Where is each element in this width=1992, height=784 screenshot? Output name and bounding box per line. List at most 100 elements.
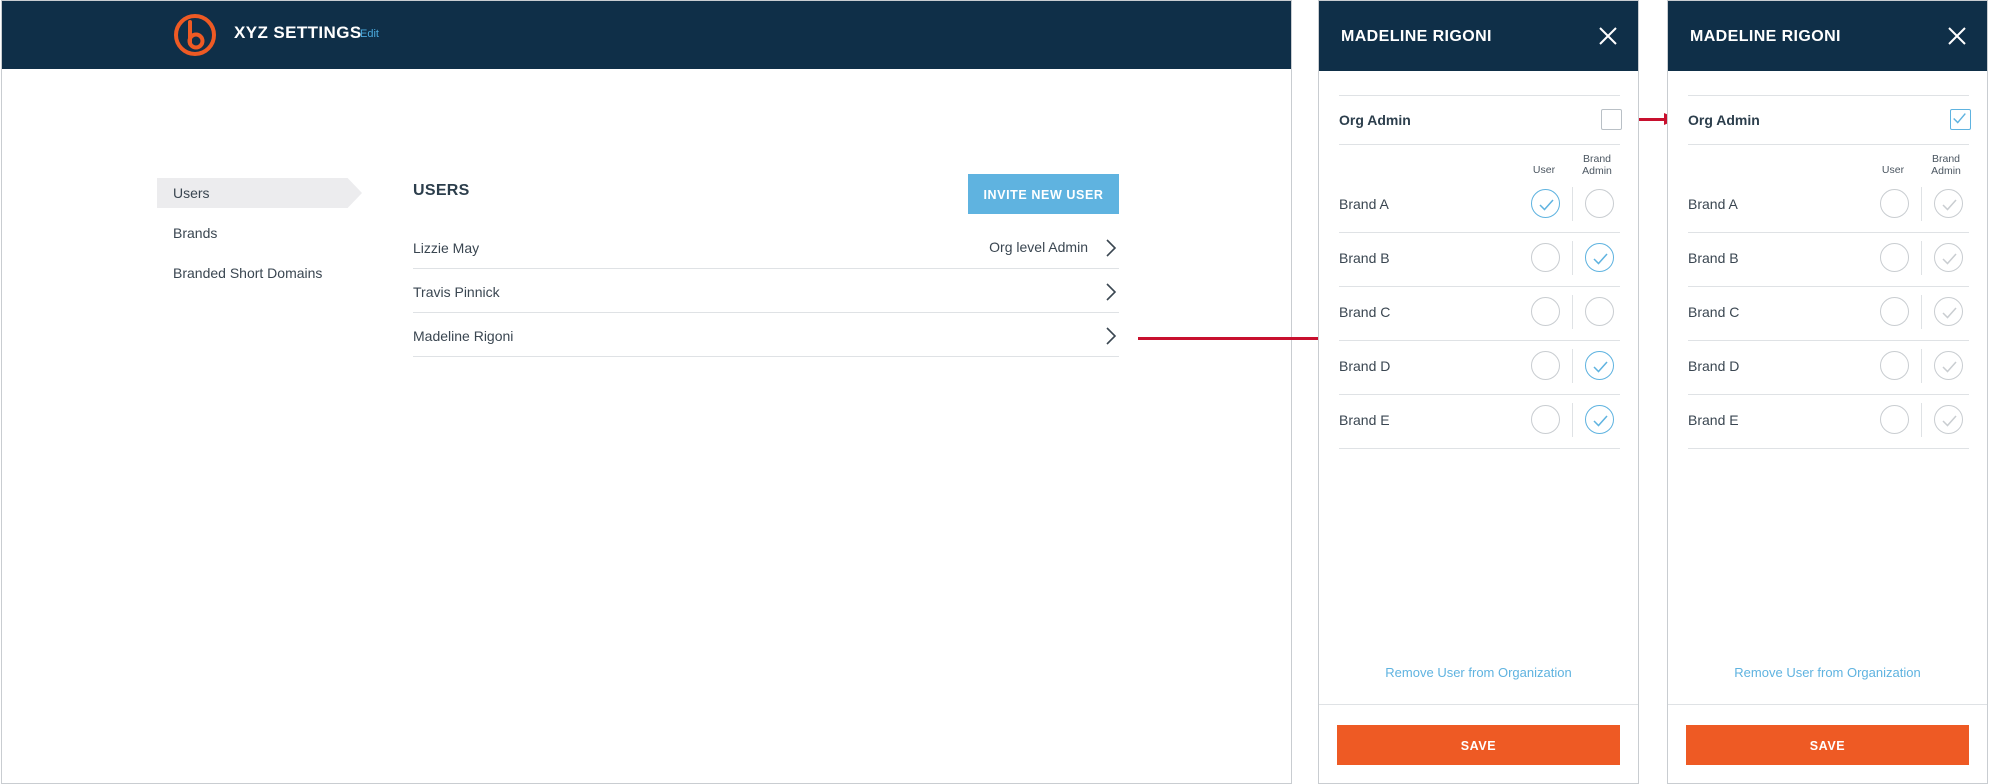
divider <box>1319 704 1638 705</box>
brand-name: Brand A <box>1688 196 1738 212</box>
column-header-user: User <box>1532 164 1556 176</box>
brand-name: Brand E <box>1688 412 1739 428</box>
divider <box>1668 704 1987 705</box>
brand-admin-toggle[interactable] <box>1934 189 1963 218</box>
checkmark-icon <box>1539 199 1554 211</box>
brand-name: Brand E <box>1339 412 1390 428</box>
brand-name: Brand B <box>1688 250 1739 266</box>
column-separator <box>1572 349 1573 383</box>
divider <box>1688 144 1969 145</box>
divider <box>1339 95 1620 96</box>
column-separator <box>1572 241 1573 275</box>
checkmark-icon <box>1942 199 1957 211</box>
column-header-user: User <box>1881 164 1905 176</box>
user-name: Madeline Rigoni <box>413 328 514 344</box>
remove-user-link[interactable]: Remove User from Organization <box>1319 665 1638 680</box>
user-role: Org level Admin <box>989 239 1088 255</box>
org-admin-checkbox[interactable] <box>1601 109 1622 130</box>
brand-row: Brand D <box>1339 340 1620 395</box>
brand-row: Brand B <box>1339 232 1620 287</box>
brand-admin-toggle[interactable] <box>1585 189 1614 218</box>
brand-name: Brand D <box>1339 358 1391 374</box>
column-separator <box>1921 187 1922 221</box>
top-bar: XYZ SETTINGS Edit <box>2 1 1291 69</box>
brand-admin-toggle[interactable] <box>1585 405 1614 434</box>
divider <box>1339 144 1620 145</box>
brand-row: Brand E <box>1688 394 1969 449</box>
chevron-right-icon <box>1106 283 1117 301</box>
brand-name: Brand B <box>1339 250 1390 266</box>
close-icon[interactable] <box>1598 26 1618 46</box>
brand-name: Brand D <box>1688 358 1740 374</box>
brand-name: Brand C <box>1688 304 1740 320</box>
brand-user-toggle[interactable] <box>1880 351 1909 380</box>
brand-admin-toggle[interactable] <box>1934 351 1963 380</box>
brand-user-toggle[interactable] <box>1531 405 1560 434</box>
panel-title: MADELINE RIGONI <box>1341 28 1492 45</box>
panel-header: MADELINE RIGONI <box>1668 1 1987 71</box>
brand-admin-toggle[interactable] <box>1934 243 1963 272</box>
brand-admin-toggle[interactable] <box>1585 297 1614 326</box>
brand-admin-toggle[interactable] <box>1585 243 1614 272</box>
checkmark-icon <box>1593 361 1608 373</box>
org-admin-label: Org Admin <box>1339 112 1411 128</box>
users-heading: USERS <box>413 182 470 199</box>
invite-new-user-button[interactable]: INVITE NEW USER <box>968 174 1119 214</box>
sidebar-item-users[interactable]: Users <box>157 178 362 208</box>
checkmark-icon <box>1942 415 1957 427</box>
brand-admin-toggle[interactable] <box>1585 351 1614 380</box>
save-button[interactable]: SAVE <box>1686 725 1969 765</box>
sidebar-item-branded-short-domains[interactable]: Branded Short Domains <box>157 258 362 288</box>
edit-link[interactable]: Edit <box>360 28 379 40</box>
brand-row: Brand A <box>1339 178 1620 233</box>
user-row-madeline-rigoni[interactable]: Madeline Rigoni <box>413 314 1119 357</box>
chevron-right-icon <box>1106 239 1117 257</box>
checkmark-icon <box>1593 415 1608 427</box>
brand-admin-toggle[interactable] <box>1934 405 1963 434</box>
brand-user-toggle[interactable] <box>1880 297 1909 326</box>
brand-name: Brand A <box>1339 196 1389 212</box>
brand-row: Brand D <box>1688 340 1969 395</box>
brand-row: Brand E <box>1339 394 1620 449</box>
column-separator <box>1921 295 1922 329</box>
flow-arrow-line <box>1138 337 1324 340</box>
brand-name: Brand C <box>1339 304 1391 320</box>
checkmark-icon <box>1593 253 1608 265</box>
column-header-line: Brand <box>1931 153 1961 165</box>
user-panel-before: MADELINE RIGONI Org Admin User Brand Adm… <box>1318 0 1639 784</box>
org-admin-checkbox[interactable] <box>1950 109 1971 130</box>
brand-row: Brand A <box>1688 178 1969 233</box>
panel-header: MADELINE RIGONI <box>1319 1 1638 71</box>
column-header-brand-admin: Brand Admin <box>1577 153 1617 177</box>
panel-title: MADELINE RIGONI <box>1690 28 1841 45</box>
column-header-line: Admin <box>1931 165 1961 177</box>
close-icon[interactable] <box>1947 26 1967 46</box>
save-button[interactable]: SAVE <box>1337 725 1620 765</box>
column-separator <box>1572 187 1573 221</box>
brand-user-toggle[interactable] <box>1531 243 1560 272</box>
user-name: Travis Pinnick <box>413 284 500 300</box>
brand-user-toggle[interactable] <box>1531 189 1560 218</box>
brand-user-toggle[interactable] <box>1880 243 1909 272</box>
brand-user-toggle[interactable] <box>1531 297 1560 326</box>
brand-user-toggle[interactable] <box>1531 351 1560 380</box>
column-header-brand-admin: Brand Admin <box>1926 153 1966 177</box>
checkmark-icon <box>1942 361 1957 373</box>
org-admin-label: Org Admin <box>1688 112 1760 128</box>
chevron-right-icon <box>1106 327 1117 345</box>
brand-user-toggle[interactable] <box>1880 189 1909 218</box>
column-separator <box>1572 403 1573 437</box>
column-header-line: Admin <box>1582 165 1612 177</box>
bitly-logo-icon <box>174 14 216 56</box>
checkmark-icon <box>1942 307 1957 319</box>
remove-user-link[interactable]: Remove User from Organization <box>1668 665 1987 680</box>
brand-admin-toggle[interactable] <box>1934 297 1963 326</box>
user-row-travis-pinnick[interactable]: Travis Pinnick <box>413 270 1119 313</box>
column-header-line: Brand <box>1582 153 1612 165</box>
column-separator <box>1921 403 1922 437</box>
user-row-lizzie-may[interactable]: Lizzie May Org level Admin <box>413 226 1119 269</box>
checkmark-icon <box>1953 113 1966 124</box>
brand-user-toggle[interactable] <box>1880 405 1909 434</box>
column-separator <box>1921 241 1922 275</box>
sidebar-item-brands[interactable]: Brands <box>157 218 362 248</box>
